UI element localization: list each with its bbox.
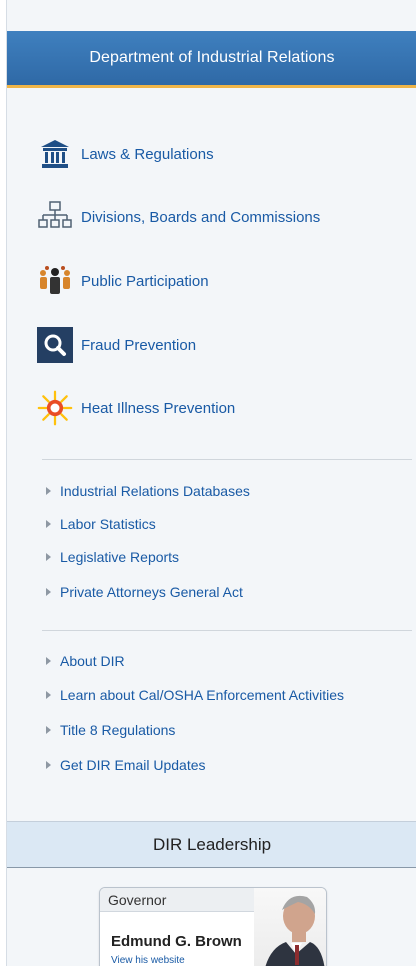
feature-laws-regulations[interactable]: Laws & Regulations [37, 136, 214, 172]
triangle-bullet-icon [46, 761, 51, 769]
triangle-bullet-icon [46, 520, 51, 528]
triangle-bullet-icon [46, 487, 51, 495]
triangle-bullet-icon [46, 553, 51, 561]
link-private-attorneys-general-act[interactable]: Private Attorneys General Act [46, 584, 243, 600]
feature-public-participation[interactable]: Public Participation [37, 263, 209, 299]
link-label: Industrial Relations Databases [60, 483, 250, 499]
people-icon [37, 263, 73, 299]
governor-role: Governor [100, 888, 276, 912]
leadership-header: DIR Leadership [7, 821, 416, 868]
triangle-bullet-icon [46, 691, 51, 699]
dir-sidebar-panel: Department of Industrial Relations Laws … [6, 0, 416, 966]
link-about-dir[interactable]: About DIR [46, 653, 125, 669]
governor-card: Governor Edmund G. Brown View his websit… [99, 887, 327, 966]
magnifier-icon [37, 327, 73, 363]
public-participation-label: Public Participation [81, 272, 209, 290]
link-title-8-regulations[interactable]: Title 8 Regulations [46, 722, 175, 738]
link-industrial-relations-databases[interactable]: Industrial Relations Databases [46, 483, 250, 499]
governor-portrait [254, 888, 326, 966]
link-label: Labor Statistics [60, 516, 156, 532]
department-title: Department of Industrial Relations [89, 49, 335, 66]
section-divider-top [42, 459, 412, 460]
link-label: Get DIR Email Updates [60, 757, 206, 773]
courthouse-icon [37, 136, 73, 172]
link-legislative-reports[interactable]: Legislative Reports [46, 549, 179, 565]
link-label: Private Attorneys General Act [60, 584, 243, 600]
sun-icon [37, 390, 73, 426]
feature-divisions-boards[interactable]: Divisions, Boards and Commissions [37, 199, 320, 235]
triangle-bullet-icon [46, 588, 51, 596]
link-cal-osha-enforcement[interactable]: Learn about Cal/OSHA Enforcement Activit… [46, 687, 344, 703]
divisions-boards-label: Divisions, Boards and Commissions [81, 208, 321, 226]
link-labor-statistics[interactable]: Labor Statistics [46, 516, 156, 532]
org-chart-icon [37, 199, 73, 235]
link-email-updates[interactable]: Get DIR Email Updates [46, 757, 206, 773]
triangle-bullet-icon [46, 657, 51, 665]
fraud-prevention-label: Fraud Prevention [81, 336, 197, 354]
leadership-title: DIR Leadership [152, 834, 272, 854]
feature-heat-illness[interactable]: Heat Illness Prevention [37, 390, 235, 426]
governor-website-link[interactable]: View his website [111, 955, 185, 966]
section-divider-middle [42, 630, 412, 631]
heat-illness-label: Heat Illness Prevention [81, 399, 236, 417]
triangle-bullet-icon [46, 726, 51, 734]
department-header: Department of Industrial Relations [7, 31, 416, 88]
top-spacer [7, 0, 416, 31]
link-label: Learn about Cal/OSHA Enforcement Activit… [60, 687, 345, 703]
feature-fraud-prevention[interactable]: Fraud Prevention [37, 327, 196, 363]
link-label: Legislative Reports [60, 549, 180, 565]
laws-regulations-label: Laws & Regulations [81, 145, 214, 163]
link-label: About DIR [60, 653, 125, 669]
link-label: Title 8 Regulations [60, 722, 176, 738]
governor-name: Edmund G. Brown [111, 933, 242, 950]
